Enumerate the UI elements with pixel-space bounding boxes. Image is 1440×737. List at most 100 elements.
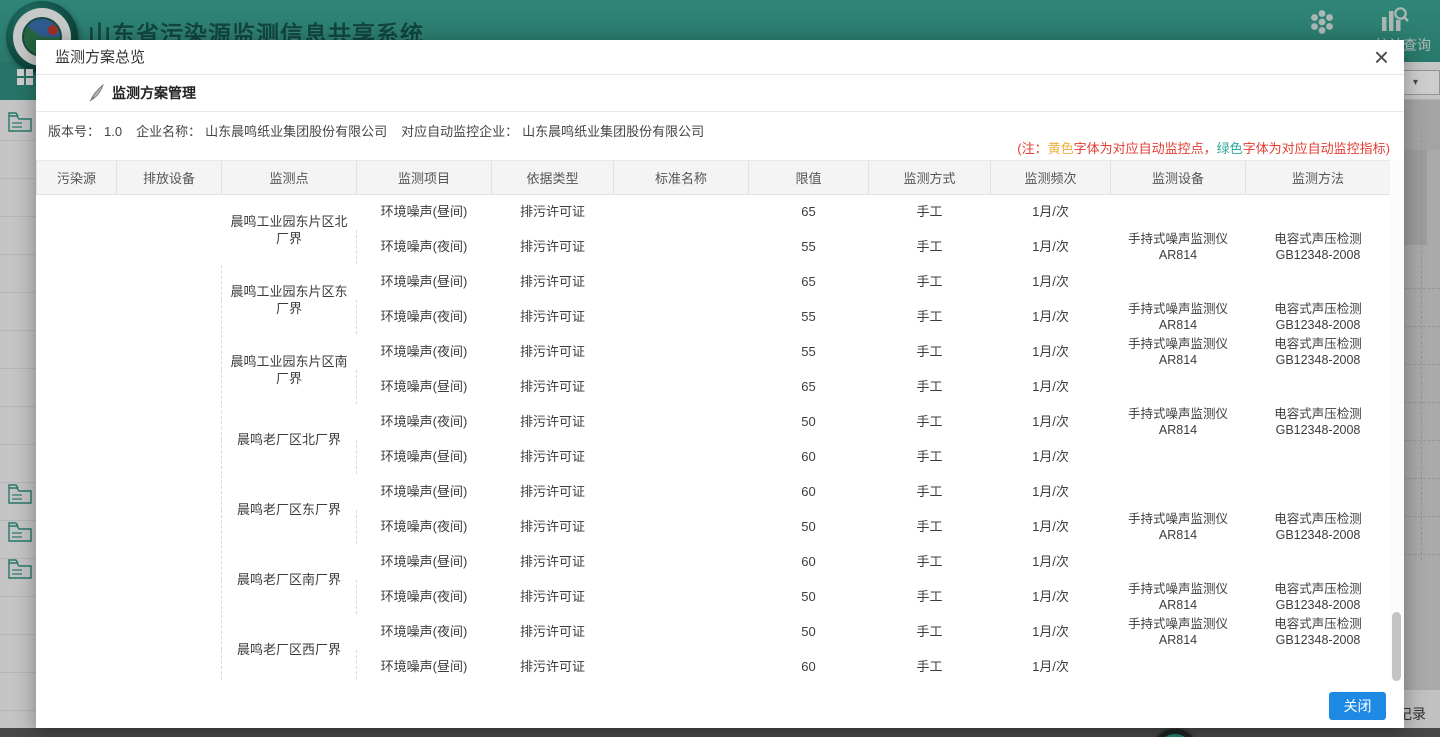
cell-monitor-method [1246, 545, 1391, 580]
cell-standard-name [614, 230, 749, 265]
table-row: 晨鸣工业园东片区北厂界环境噪声(昼间)排污许可证65手工1月/次 [37, 195, 1391, 230]
note-yellow: 黄色 [1048, 141, 1074, 156]
cell-basis-type: 排污许可证 [492, 545, 614, 580]
cell-monitor-device: 手持式噪声监测仪 AR814 [1111, 580, 1246, 615]
cell-monitor-point: 晨鸣老厂区西厂界 [222, 615, 357, 685]
cell-monitor-method [1246, 195, 1391, 230]
cell-monitor-device: 手持式噪声监测仪 AR814 [1111, 335, 1246, 370]
table-scrollbar-thumb[interactable] [1392, 612, 1401, 681]
cell-limit-value: 55 [749, 335, 869, 370]
cell-monitor-frequency: 1月/次 [991, 475, 1111, 510]
cell-monitor-mode: 手工 [869, 300, 991, 335]
note-green: 绿色 [1217, 141, 1243, 156]
cell-monitor-method: 电容式声压检测 GB12348-2008 [1246, 230, 1391, 265]
cell-basis-type: 排污许可证 [492, 405, 614, 440]
column-header: 监测方法 [1246, 161, 1391, 195]
cell-basis-type: 排污许可证 [492, 300, 614, 335]
cell-basis-type: 排污许可证 [492, 265, 614, 300]
cell-monitor-device: 手持式噪声监测仪 AR814 [1111, 510, 1246, 545]
cell-standard-name [614, 475, 749, 510]
table-scrollbar-track[interactable] [1390, 160, 1404, 722]
cell-monitor-point: 晨鸣老厂区东厂界 [222, 475, 357, 545]
cell-monitor-mode: 手工 [869, 195, 991, 230]
cell-standard-name [614, 370, 749, 405]
cell-monitor-frequency: 1月/次 [991, 265, 1111, 300]
company-value: 山东晨鸣纸业集团股份有限公司 [205, 124, 387, 139]
cell-monitor-frequency: 1月/次 [991, 335, 1111, 370]
cell-limit-value: 60 [749, 475, 869, 510]
cell-limit-value: 55 [749, 300, 869, 335]
column-header: 限值 [749, 161, 869, 195]
cell-monitor-method [1246, 370, 1391, 405]
cell-monitor-device [1111, 370, 1246, 405]
version-value: 1.0 [104, 124, 122, 139]
cell-monitor-device: 手持式噪声监测仪 AR814 [1111, 615, 1246, 650]
table-row: 晨鸣老厂区南厂界环境噪声(昼间)排污许可证60手工1月/次 [37, 545, 1391, 580]
auto-company-label: 对应自动监控企业： [401, 124, 518, 139]
cell-standard-name [614, 650, 749, 685]
cell-monitor-mode: 手工 [869, 475, 991, 510]
cell-monitor-frequency: 1月/次 [991, 615, 1111, 650]
cell-monitor-item: 环境噪声(昼间) [357, 475, 492, 510]
cell-monitor-item: 环境噪声(昼间) [357, 195, 492, 230]
cell-monitor-mode: 手工 [869, 510, 991, 545]
modal-footer: 关闭 [36, 682, 1404, 728]
table-row: 晨鸣工业园东片区南厂界环境噪声(夜间)排污许可证55手工1月/次手持式噪声监测仪… [37, 335, 1391, 370]
screen: 山东省污染源监测信息共享系统 [0, 0, 1440, 737]
cell-monitor-device: 手持式噪声监测仪 AR814 [1111, 230, 1246, 265]
section-header: 监测方案管理 [36, 75, 1404, 112]
cell-monitor-device [1111, 650, 1246, 685]
cell-monitor-device [1111, 475, 1246, 510]
cell-monitor-item: 环境噪声(昼间) [357, 265, 492, 300]
cell-monitor-item: 环境噪声(昼间) [357, 545, 492, 580]
cell-discharge-equipment [117, 195, 222, 685]
cell-monitor-item: 环境噪声(夜间) [357, 405, 492, 440]
cell-monitor-item: 环境噪声(昼间) [357, 370, 492, 405]
cell-monitor-method: 电容式声压检测 GB12348-2008 [1246, 405, 1391, 440]
company-label: 企业名称： [136, 124, 201, 139]
section-title: 监测方案管理 [112, 75, 196, 112]
cell-standard-name [614, 265, 749, 300]
cell-monitor-method [1246, 265, 1391, 300]
cell-limit-value: 50 [749, 615, 869, 650]
plan-meta: 版本号：1.0企业名称：山东晨鸣纸业集团股份有限公司对应自动监控企业：山东晨鸣纸… [48, 121, 708, 140]
cell-basis-type: 排污许可证 [492, 230, 614, 265]
cell-standard-name [614, 545, 749, 580]
cell-standard-name [614, 405, 749, 440]
cell-monitor-frequency: 1月/次 [991, 405, 1111, 440]
cell-monitor-device: 手持式噪声监测仪 AR814 [1111, 300, 1246, 335]
cell-monitor-point: 晨鸣工业园东片区东厂界 [222, 265, 357, 335]
column-header: 监测方式 [869, 161, 991, 195]
modal-titlebar: 监测方案总览 × [36, 40, 1404, 75]
cell-limit-value: 50 [749, 405, 869, 440]
close-icon[interactable]: × [1374, 42, 1389, 72]
column-header: 依据类型 [492, 161, 614, 195]
cell-basis-type: 排污许可证 [492, 440, 614, 475]
close-button[interactable]: 关闭 [1329, 692, 1386, 720]
cell-basis-type: 排污许可证 [492, 370, 614, 405]
cell-limit-value: 55 [749, 230, 869, 265]
cell-monitor-device: 手持式噪声监测仪 AR814 [1111, 405, 1246, 440]
quill-icon [88, 84, 106, 107]
cell-limit-value: 50 [749, 510, 869, 545]
monitoring-plan-modal: 监测方案总览 × 监测方案管理 版本号：1.0企业名称：山东晨鸣纸业集团股份有限… [36, 40, 1404, 728]
plan-table-body: 晨鸣工业园东片区北厂界环境噪声(昼间)排污许可证65手工1月/次环境噪声(夜间)… [37, 195, 1391, 685]
column-header: 监测频次 [991, 161, 1111, 195]
cell-standard-name [614, 510, 749, 545]
cell-pollution-source [37, 195, 117, 685]
cell-monitor-mode: 手工 [869, 265, 991, 300]
cell-monitor-frequency: 1月/次 [991, 195, 1111, 230]
cell-standard-name [614, 580, 749, 615]
table-row: 晨鸣老厂区东厂界环境噪声(昼间)排污许可证60手工1月/次 [37, 475, 1391, 510]
cell-monitor-point: 晨鸣工业园东片区南厂界 [222, 335, 357, 405]
column-header: 监测设备 [1111, 161, 1246, 195]
cell-standard-name [614, 300, 749, 335]
cell-monitor-method: 电容式声压检测 GB12348-2008 [1246, 300, 1391, 335]
cell-basis-type: 排污许可证 [492, 510, 614, 545]
note-prefix: (注： [1017, 141, 1047, 156]
cell-basis-type: 排污许可证 [492, 475, 614, 510]
cell-basis-type: 排污许可证 [492, 335, 614, 370]
cell-monitor-frequency: 1月/次 [991, 545, 1111, 580]
cell-limit-value: 60 [749, 545, 869, 580]
cell-monitor-item: 环境噪声(夜间) [357, 300, 492, 335]
